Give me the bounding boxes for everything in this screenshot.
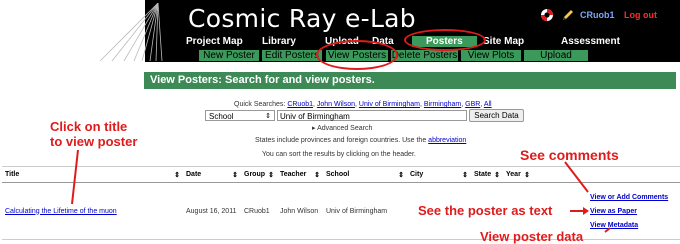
annotation-arrows (71, 149, 611, 233)
arrow-to-comments (564, 161, 589, 193)
arrow-to-title (71, 149, 79, 205)
arrowhead-paper (583, 207, 589, 215)
arrow-to-metadata (604, 227, 611, 233)
